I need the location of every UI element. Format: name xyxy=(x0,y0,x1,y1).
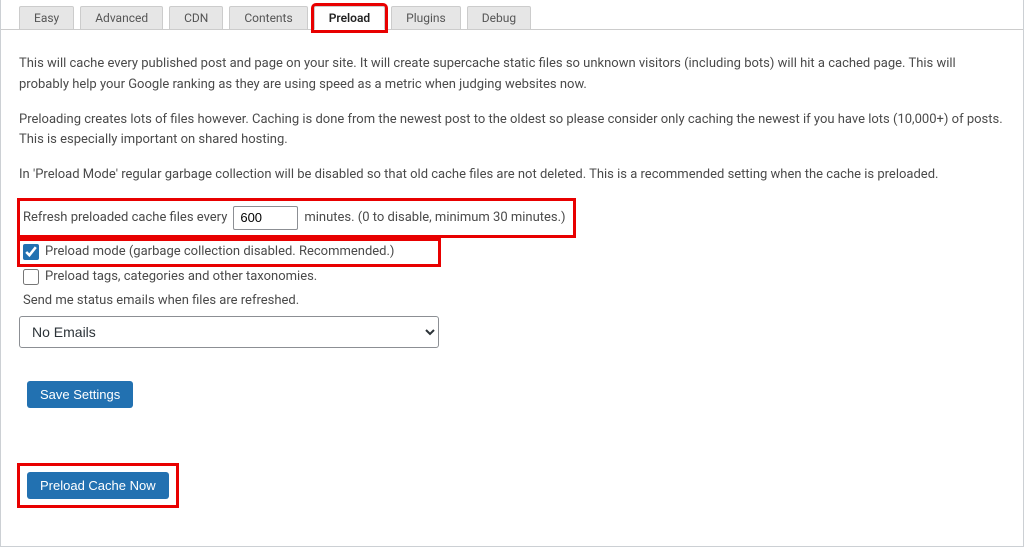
refresh-suffix-label: minutes. (0 to disable, minimum 30 minut… xyxy=(304,208,565,229)
refresh-minutes-input[interactable] xyxy=(233,206,298,230)
tab-preload[interactable]: Preload xyxy=(314,6,385,30)
refresh-prefix-label: Refresh preloaded cache files every xyxy=(23,208,227,229)
status-email-select[interactable]: No Emails xyxy=(19,316,439,348)
tab-debug[interactable]: Debug xyxy=(467,6,531,30)
refresh-interval-row: Refresh preloaded cache files every minu… xyxy=(19,200,574,236)
intro-paragraph-2: Preloading creates lots of files however… xyxy=(19,110,1005,152)
tab-easy[interactable]: Easy xyxy=(19,6,74,30)
tab-row: Easy Advanced CDN Contents Preload Plugi… xyxy=(1,0,1023,30)
preload-taxonomies-label: Preload tags, categories and other taxon… xyxy=(45,267,317,288)
intro-paragraph-1: This will cache every published post and… xyxy=(19,54,1005,96)
tab-cdn[interactable]: CDN xyxy=(169,6,223,30)
preload-mode-row: Preload mode (garbage collection disable… xyxy=(19,240,439,265)
save-settings-button[interactable]: Save Settings xyxy=(27,381,133,408)
tab-plugins[interactable]: Plugins xyxy=(391,6,461,30)
tab-advanced[interactable]: Advanced xyxy=(80,6,163,30)
preload-mode-label: Preload mode (garbage collection disable… xyxy=(45,242,394,263)
preload-taxonomies-checkbox[interactable] xyxy=(23,269,39,285)
preload-taxonomies-row: Preload tags, categories and other taxon… xyxy=(19,265,1005,290)
status-email-label: Send me status emails when files are ref… xyxy=(19,290,1005,313)
preload-cache-now-button[interactable]: Preload Cache Now xyxy=(27,472,169,499)
tab-contents[interactable]: Contents xyxy=(229,6,307,30)
preload-mode-checkbox[interactable] xyxy=(23,244,39,260)
intro-paragraph-3: In 'Preload Mode' regular garbage collec… xyxy=(19,165,1005,186)
